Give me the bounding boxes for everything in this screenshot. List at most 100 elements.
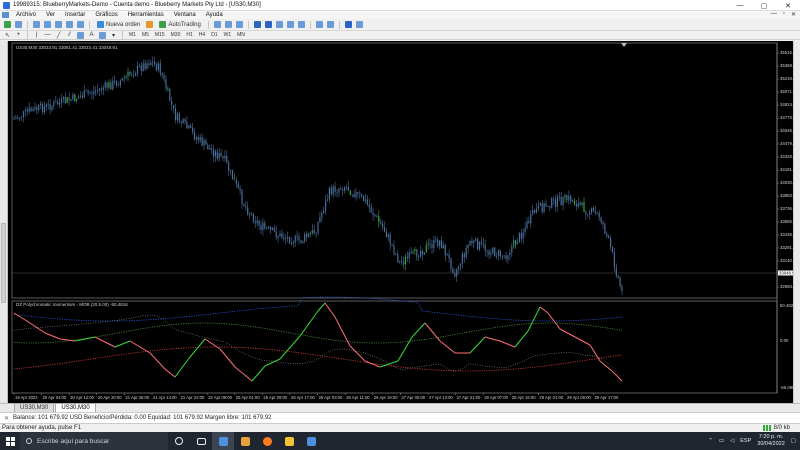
language-indicator[interactable]: ESP — [740, 438, 751, 444]
search-placeholder: Escribe aquí para buscar — [37, 437, 110, 445]
mdi-restore-button[interactable]: ▫ — [783, 11, 785, 18]
zoom-out-icon[interactable] — [264, 20, 273, 29]
candle-body — [133, 75, 135, 77]
firefox-icon[interactable] — [256, 432, 278, 450]
horizontal-line-icon[interactable]: — — [43, 31, 52, 40]
menu-herramientas[interactable]: Herramientas — [123, 12, 169, 18]
maximize-button[interactable]: ▢ — [752, 0, 776, 11]
menu-ayuda[interactable]: Ayuda — [201, 12, 228, 18]
candle-body — [575, 204, 577, 207]
right-scrollbar[interactable] — [793, 41, 800, 403]
candle-body — [112, 80, 114, 90]
tray-chevron-icon[interactable]: ⌃ — [708, 438, 713, 444]
candle-body — [22, 111, 25, 117]
text-label-icon[interactable] — [98, 31, 107, 40]
arrows-icon[interactable]: ▾ — [109, 31, 118, 40]
notifications-icon[interactable]: ▢ — [791, 438, 796, 444]
candle-body — [15, 117, 17, 119]
options-icon[interactable] — [344, 20, 353, 29]
menu-insertar[interactable]: Insertar — [60, 12, 90, 18]
chart-shift-icon[interactable] — [297, 20, 306, 29]
templates-icon[interactable] — [355, 20, 364, 29]
timeframe-h4[interactable]: H4 — [197, 32, 207, 38]
candle-body — [171, 100, 173, 105]
metatrader-taskbar-icon[interactable] — [212, 432, 234, 450]
menu-ventana[interactable]: Ventana — [169, 12, 201, 18]
cortana-icon[interactable] — [168, 432, 190, 450]
crosshair-icon[interactable]: + — [14, 31, 23, 40]
new-order-button[interactable]: Nueva orden — [94, 20, 143, 29]
autoscroll-icon[interactable] — [286, 20, 295, 29]
timeframe-w1[interactable]: W1 — [222, 32, 234, 38]
candle-body — [119, 80, 121, 86]
menu-ver[interactable]: Ver — [41, 12, 60, 18]
metaeditor-icon[interactable] — [145, 20, 154, 29]
candle-body — [604, 224, 606, 234]
menu-graficos[interactable]: Gráficos — [90, 12, 122, 18]
candle-body — [74, 94, 76, 101]
candle-body — [450, 258, 452, 270]
terminal-close-icon[interactable]: ✕ — [4, 415, 10, 422]
timeframe-mn[interactable]: MN — [235, 32, 247, 38]
volume-icon[interactable]: ◁ — [730, 438, 734, 444]
market-watch-icon[interactable] — [32, 20, 41, 29]
mail-icon[interactable] — [300, 432, 322, 450]
fibonacci-icon[interactable] — [76, 31, 85, 40]
price-chart[interactable]: US30,M30 33023.91 33061.41 33023.41 3304… — [0, 41, 800, 403]
time-tick-label: 19 Apr 2022 — [15, 395, 38, 400]
time-tick-label: 28 Apr 07:00 — [484, 395, 508, 400]
mdi-close-button[interactable]: ✕ — [791, 11, 796, 18]
trendline-icon[interactable]: ╱ — [54, 31, 63, 40]
timeframe-m15[interactable]: M15 — [153, 32, 167, 38]
taskbar-clock[interactable]: 7:20 p. m. 30/04/2022 — [757, 434, 785, 448]
candle-body — [315, 232, 317, 234]
timeframe-h1[interactable]: H1 — [184, 32, 194, 38]
indicators-icon[interactable] — [315, 20, 324, 29]
taskbar-search[interactable]: Escribe aquí para buscar — [20, 432, 168, 450]
close-button[interactable]: ✕ — [776, 0, 800, 11]
candle-body — [205, 140, 207, 145]
minimize-button[interactable]: — — [728, 0, 752, 11]
explorer-icon[interactable] — [278, 432, 300, 450]
candle-body — [123, 77, 125, 79]
scroll-thumb[interactable] — [1, 223, 6, 303]
tile-windows-icon[interactable] — [275, 20, 284, 29]
terminal-icon[interactable] — [65, 20, 74, 29]
text-icon[interactable]: A — [87, 31, 96, 40]
tab-chart-2[interactable]: US30,M30 — [55, 403, 96, 412]
menu-archivo[interactable]: Archivo — [11, 12, 41, 18]
autotrading-button[interactable]: AutoTrading — [156, 20, 203, 29]
timeframe-m1[interactable]: M1 — [127, 32, 138, 38]
candle-body — [117, 85, 120, 87]
candle-body — [404, 257, 406, 265]
task-view-icon[interactable] — [190, 432, 212, 450]
equidistant-channel-icon[interactable]: ⫽ — [65, 31, 74, 40]
new-chart-icon[interactable] — [3, 20, 12, 29]
periods-icon[interactable] — [326, 20, 335, 29]
cursor-icon[interactable]: ↖ — [3, 31, 12, 40]
tab-chart-1[interactable]: US30,M30 — [14, 403, 55, 412]
candle-body — [372, 212, 374, 215]
profiles-icon[interactable] — [14, 20, 23, 29]
network-icon[interactable]: ▭ — [719, 438, 724, 444]
start-button[interactable] — [0, 432, 20, 450]
app-taskbar-icon[interactable] — [234, 432, 256, 450]
tester-icon[interactable] — [76, 20, 85, 29]
line-chart-icon[interactable] — [235, 20, 244, 29]
bar-chart-icon[interactable] — [213, 20, 222, 29]
candle-body — [228, 162, 230, 171]
timeframe-d1[interactable]: D1 — [209, 32, 219, 38]
timeframe-m30[interactable]: M30 — [169, 32, 183, 38]
timeframe-m5[interactable]: M5 — [140, 32, 151, 38]
candle-body — [564, 195, 566, 198]
navigator-icon[interactable] — [54, 20, 63, 29]
zoom-in-icon[interactable] — [253, 20, 262, 29]
chart-window[interactable]: US30,M30 33023.91 33061.41 33023.41 3304… — [0, 41, 800, 403]
mdi-minimize-button[interactable]: — — [771, 11, 777, 18]
vertical-line-icon[interactable]: | — [32, 31, 41, 40]
candlestick-icon[interactable] — [224, 20, 233, 29]
candle-body — [89, 93, 91, 94]
data-window-icon[interactable] — [43, 20, 52, 29]
left-scrollbar[interactable] — [0, 41, 8, 403]
candle-body — [298, 236, 300, 241]
